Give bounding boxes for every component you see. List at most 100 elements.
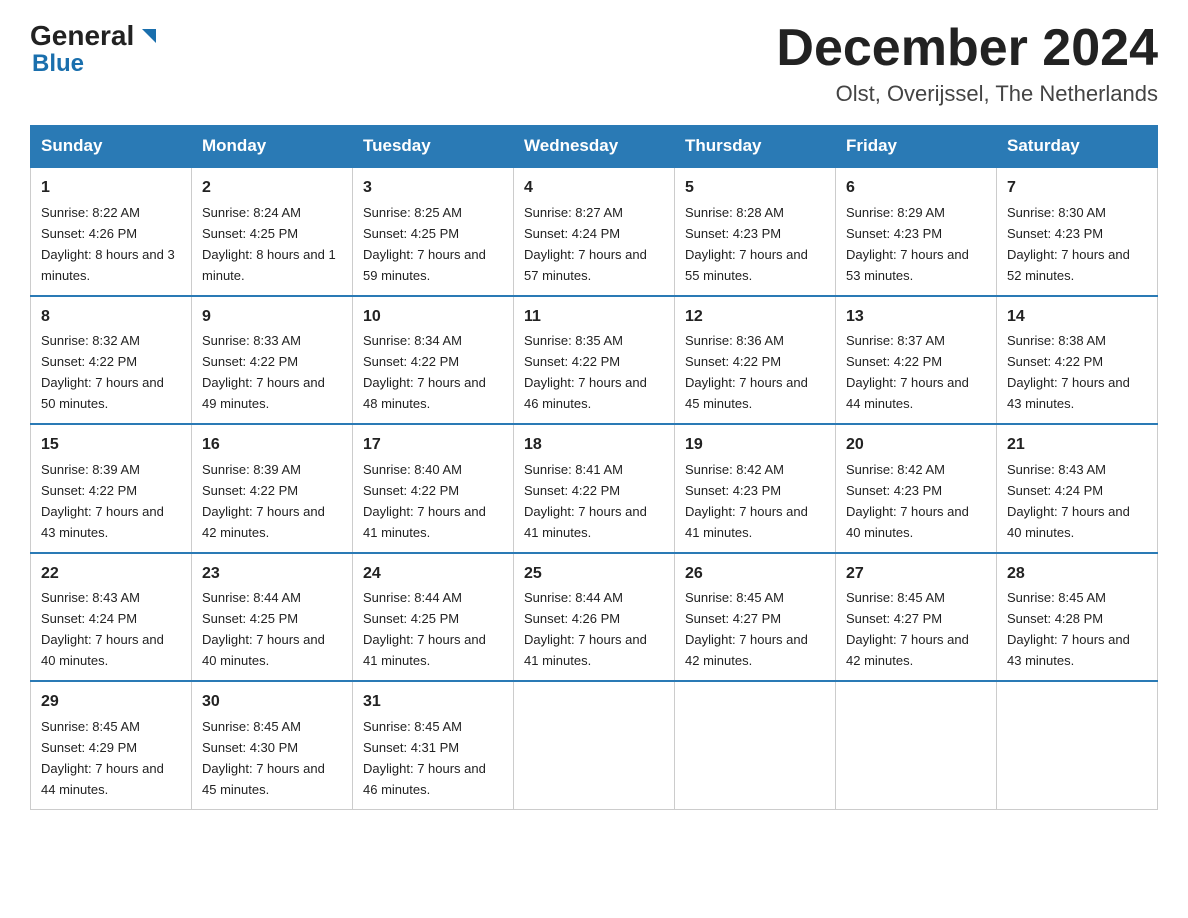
- calendar-cell: 9 Sunrise: 8:33 AMSunset: 4:22 PMDayligh…: [192, 296, 353, 424]
- day-info: Sunrise: 8:29 AMSunset: 4:23 PMDaylight:…: [846, 205, 969, 283]
- day-info: Sunrise: 8:44 AMSunset: 4:26 PMDaylight:…: [524, 590, 647, 668]
- day-number: 15: [41, 433, 181, 458]
- day-info: Sunrise: 8:45 AMSunset: 4:28 PMDaylight:…: [1007, 590, 1130, 668]
- day-number: 28: [1007, 562, 1147, 587]
- calendar-week-row: 22 Sunrise: 8:43 AMSunset: 4:24 PMDaylig…: [31, 553, 1158, 681]
- day-number: 2: [202, 176, 342, 201]
- calendar-cell: 2 Sunrise: 8:24 AMSunset: 4:25 PMDayligh…: [192, 167, 353, 295]
- day-number: 12: [685, 305, 825, 330]
- day-number: 11: [524, 305, 664, 330]
- calendar-cell: 10 Sunrise: 8:34 AMSunset: 4:22 PMDaylig…: [353, 296, 514, 424]
- calendar-cell: 3 Sunrise: 8:25 AMSunset: 4:25 PMDayligh…: [353, 167, 514, 295]
- day-number: 13: [846, 305, 986, 330]
- day-number: 10: [363, 305, 503, 330]
- day-number: 5: [685, 176, 825, 201]
- day-number: 18: [524, 433, 664, 458]
- day-number: 26: [685, 562, 825, 587]
- col-tuesday: Tuesday: [353, 126, 514, 168]
- day-info: Sunrise: 8:24 AMSunset: 4:25 PMDaylight:…: [202, 205, 336, 283]
- day-info: Sunrise: 8:32 AMSunset: 4:22 PMDaylight:…: [41, 333, 164, 411]
- day-info: Sunrise: 8:37 AMSunset: 4:22 PMDaylight:…: [846, 333, 969, 411]
- calendar-week-row: 15 Sunrise: 8:39 AMSunset: 4:22 PMDaylig…: [31, 424, 1158, 552]
- day-number: 21: [1007, 433, 1147, 458]
- calendar-cell: [675, 681, 836, 809]
- day-number: 23: [202, 562, 342, 587]
- calendar-week-row: 1 Sunrise: 8:22 AMSunset: 4:26 PMDayligh…: [31, 167, 1158, 295]
- day-number: 31: [363, 690, 503, 715]
- month-title: December 2024: [776, 20, 1158, 77]
- calendar-cell: 18 Sunrise: 8:41 AMSunset: 4:22 PMDaylig…: [514, 424, 675, 552]
- calendar-cell: 30 Sunrise: 8:45 AMSunset: 4:30 PMDaylig…: [192, 681, 353, 809]
- day-info: Sunrise: 8:22 AMSunset: 4:26 PMDaylight:…: [41, 205, 175, 283]
- day-info: Sunrise: 8:25 AMSunset: 4:25 PMDaylight:…: [363, 205, 486, 283]
- day-info: Sunrise: 8:41 AMSunset: 4:22 PMDaylight:…: [524, 462, 647, 540]
- day-info: Sunrise: 8:44 AMSunset: 4:25 PMDaylight:…: [202, 590, 325, 668]
- logo: General Blue: [30, 20, 160, 78]
- day-number: 27: [846, 562, 986, 587]
- calendar-cell: 29 Sunrise: 8:45 AMSunset: 4:29 PMDaylig…: [31, 681, 192, 809]
- day-info: Sunrise: 8:39 AMSunset: 4:22 PMDaylight:…: [202, 462, 325, 540]
- calendar-cell: 12 Sunrise: 8:36 AMSunset: 4:22 PMDaylig…: [675, 296, 836, 424]
- day-number: 4: [524, 176, 664, 201]
- day-info: Sunrise: 8:28 AMSunset: 4:23 PMDaylight:…: [685, 205, 808, 283]
- col-wednesday: Wednesday: [514, 126, 675, 168]
- day-info: Sunrise: 8:45 AMSunset: 4:29 PMDaylight:…: [41, 719, 164, 797]
- calendar-cell: 15 Sunrise: 8:39 AMSunset: 4:22 PMDaylig…: [31, 424, 192, 552]
- day-info: Sunrise: 8:45 AMSunset: 4:27 PMDaylight:…: [846, 590, 969, 668]
- day-number: 6: [846, 176, 986, 201]
- day-info: Sunrise: 8:39 AMSunset: 4:22 PMDaylight:…: [41, 462, 164, 540]
- day-info: Sunrise: 8:43 AMSunset: 4:24 PMDaylight:…: [1007, 462, 1130, 540]
- day-info: Sunrise: 8:44 AMSunset: 4:25 PMDaylight:…: [363, 590, 486, 668]
- calendar-cell: 25 Sunrise: 8:44 AMSunset: 4:26 PMDaylig…: [514, 553, 675, 681]
- calendar-cell: 7 Sunrise: 8:30 AMSunset: 4:23 PMDayligh…: [997, 167, 1158, 295]
- calendar-cell: 26 Sunrise: 8:45 AMSunset: 4:27 PMDaylig…: [675, 553, 836, 681]
- day-number: 24: [363, 562, 503, 587]
- day-info: Sunrise: 8:30 AMSunset: 4:23 PMDaylight:…: [1007, 205, 1130, 283]
- day-info: Sunrise: 8:36 AMSunset: 4:22 PMDaylight:…: [685, 333, 808, 411]
- day-info: Sunrise: 8:34 AMSunset: 4:22 PMDaylight:…: [363, 333, 486, 411]
- calendar-cell: 23 Sunrise: 8:44 AMSunset: 4:25 PMDaylig…: [192, 553, 353, 681]
- calendar-cell: 21 Sunrise: 8:43 AMSunset: 4:24 PMDaylig…: [997, 424, 1158, 552]
- day-info: Sunrise: 8:35 AMSunset: 4:22 PMDaylight:…: [524, 333, 647, 411]
- day-number: 30: [202, 690, 342, 715]
- day-number: 25: [524, 562, 664, 587]
- calendar-cell: [997, 681, 1158, 809]
- col-saturday: Saturday: [997, 126, 1158, 168]
- day-number: 9: [202, 305, 342, 330]
- calendar-cell: 14 Sunrise: 8:38 AMSunset: 4:22 PMDaylig…: [997, 296, 1158, 424]
- calendar-cell: 6 Sunrise: 8:29 AMSunset: 4:23 PMDayligh…: [836, 167, 997, 295]
- calendar-cell: 22 Sunrise: 8:43 AMSunset: 4:24 PMDaylig…: [31, 553, 192, 681]
- day-info: Sunrise: 8:27 AMSunset: 4:24 PMDaylight:…: [524, 205, 647, 283]
- title-area: December 2024 Olst, Overijssel, The Neth…: [776, 20, 1158, 107]
- day-number: 1: [41, 176, 181, 201]
- calendar-cell: 8 Sunrise: 8:32 AMSunset: 4:22 PMDayligh…: [31, 296, 192, 424]
- calendar-cell: 13 Sunrise: 8:37 AMSunset: 4:22 PMDaylig…: [836, 296, 997, 424]
- calendar-cell: 31 Sunrise: 8:45 AMSunset: 4:31 PMDaylig…: [353, 681, 514, 809]
- calendar-cell: 1 Sunrise: 8:22 AMSunset: 4:26 PMDayligh…: [31, 167, 192, 295]
- day-number: 8: [41, 305, 181, 330]
- calendar-cell: 24 Sunrise: 8:44 AMSunset: 4:25 PMDaylig…: [353, 553, 514, 681]
- day-info: Sunrise: 8:38 AMSunset: 4:22 PMDaylight:…: [1007, 333, 1130, 411]
- location-title: Olst, Overijssel, The Netherlands: [776, 81, 1158, 107]
- day-info: Sunrise: 8:45 AMSunset: 4:31 PMDaylight:…: [363, 719, 486, 797]
- day-number: 7: [1007, 176, 1147, 201]
- calendar-header-row: Sunday Monday Tuesday Wednesday Thursday…: [31, 126, 1158, 168]
- calendar-cell: 4 Sunrise: 8:27 AMSunset: 4:24 PMDayligh…: [514, 167, 675, 295]
- day-number: 20: [846, 433, 986, 458]
- calendar-cell: [836, 681, 997, 809]
- calendar-cell: 20 Sunrise: 8:42 AMSunset: 4:23 PMDaylig…: [836, 424, 997, 552]
- day-number: 16: [202, 433, 342, 458]
- col-thursday: Thursday: [675, 126, 836, 168]
- day-number: 14: [1007, 305, 1147, 330]
- day-info: Sunrise: 8:45 AMSunset: 4:27 PMDaylight:…: [685, 590, 808, 668]
- calendar-week-row: 29 Sunrise: 8:45 AMSunset: 4:29 PMDaylig…: [31, 681, 1158, 809]
- day-info: Sunrise: 8:42 AMSunset: 4:23 PMDaylight:…: [846, 462, 969, 540]
- calendar-cell: 11 Sunrise: 8:35 AMSunset: 4:22 PMDaylig…: [514, 296, 675, 424]
- day-info: Sunrise: 8:40 AMSunset: 4:22 PMDaylight:…: [363, 462, 486, 540]
- day-info: Sunrise: 8:42 AMSunset: 4:23 PMDaylight:…: [685, 462, 808, 540]
- calendar-cell: 16 Sunrise: 8:39 AMSunset: 4:22 PMDaylig…: [192, 424, 353, 552]
- day-info: Sunrise: 8:45 AMSunset: 4:30 PMDaylight:…: [202, 719, 325, 797]
- logo-text-blue: Blue: [32, 50, 160, 78]
- calendar-cell: [514, 681, 675, 809]
- calendar-cell: 17 Sunrise: 8:40 AMSunset: 4:22 PMDaylig…: [353, 424, 514, 552]
